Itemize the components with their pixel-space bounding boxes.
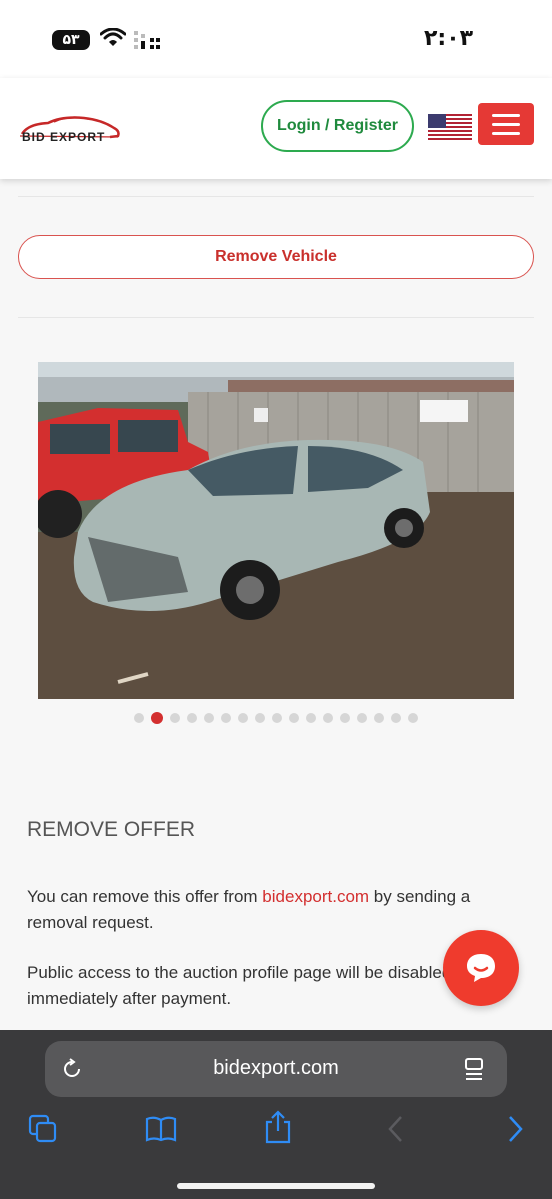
signal-icon: [134, 31, 160, 49]
forward-arrow-icon[interactable]: [505, 1114, 525, 1144]
status-time: ۲:۰۳: [424, 26, 474, 51]
chat-button[interactable]: [443, 930, 519, 1006]
remove-vehicle-button[interactable]: Remove Vehicle: [18, 235, 534, 279]
menu-bar: [492, 113, 520, 117]
carousel-dot[interactable]: [340, 713, 350, 723]
carousel-dots: [0, 712, 552, 724]
address-bar[interactable]: bidexport.com: [45, 1041, 507, 1097]
carousel-dot[interactable]: [187, 713, 197, 723]
login-register-button[interactable]: Login / Register: [261, 100, 414, 152]
menu-bar: [492, 131, 520, 135]
chat-bubble-icon: [467, 954, 495, 982]
page-menu-icon[interactable]: [463, 1057, 485, 1081]
carousel-dot[interactable]: [306, 713, 316, 723]
hamburger-menu-button[interactable]: [478, 103, 534, 145]
site-header: BID EXPORT Login / Register: [0, 78, 552, 179]
remove-offer-title: REMOVE OFFER: [27, 818, 196, 841]
carousel-dot[interactable]: [204, 713, 214, 723]
carousel-dot[interactable]: [221, 713, 231, 723]
carousel-dot[interactable]: [238, 713, 248, 723]
carousel-dot[interactable]: [272, 713, 282, 723]
home-indicator: [177, 1183, 375, 1189]
carousel-dot[interactable]: [408, 713, 418, 723]
battery-icon: ۵۳: [52, 30, 90, 50]
us-flag-icon[interactable]: [428, 114, 472, 140]
wifi-icon: [100, 28, 126, 46]
menu-bar: [492, 122, 520, 126]
p1-text-before: You can remove this offer from: [27, 887, 263, 906]
carousel-dot[interactable]: [289, 713, 299, 723]
share-icon[interactable]: [264, 1110, 292, 1144]
carousel-dot[interactable]: [357, 713, 367, 723]
carousel-dot[interactable]: [134, 713, 144, 723]
carousel-dot[interactable]: [391, 713, 401, 723]
url-text[interactable]: bidexport.com: [45, 1057, 507, 1080]
divider: [18, 317, 534, 318]
carousel-dot[interactable]: [151, 712, 163, 724]
divider: [18, 196, 534, 197]
remove-offer-paragraph-2: Public access to the auction profile pag…: [27, 963, 452, 1008]
carousel-dot[interactable]: [170, 713, 180, 723]
carousel-dot[interactable]: [255, 713, 265, 723]
vehicle-photo[interactable]: [38, 362, 514, 699]
carousel-dot[interactable]: [374, 713, 384, 723]
logo-text: BID EXPORT: [22, 130, 106, 144]
back-arrow-icon[interactable]: [386, 1114, 406, 1144]
tabs-icon[interactable]: [28, 1114, 58, 1144]
bidexport-link[interactable]: bidexport.com: [262, 887, 369, 906]
carousel-dot[interactable]: [323, 713, 333, 723]
bookmarks-icon[interactable]: [145, 1114, 177, 1144]
browser-toolbar: bidexport.com: [0, 1030, 552, 1199]
status-bar: ۵۳ ۲:۰۳: [0, 0, 552, 78]
remove-offer-paragraph-1: You can remove this offer from bidexport…: [27, 884, 527, 936]
